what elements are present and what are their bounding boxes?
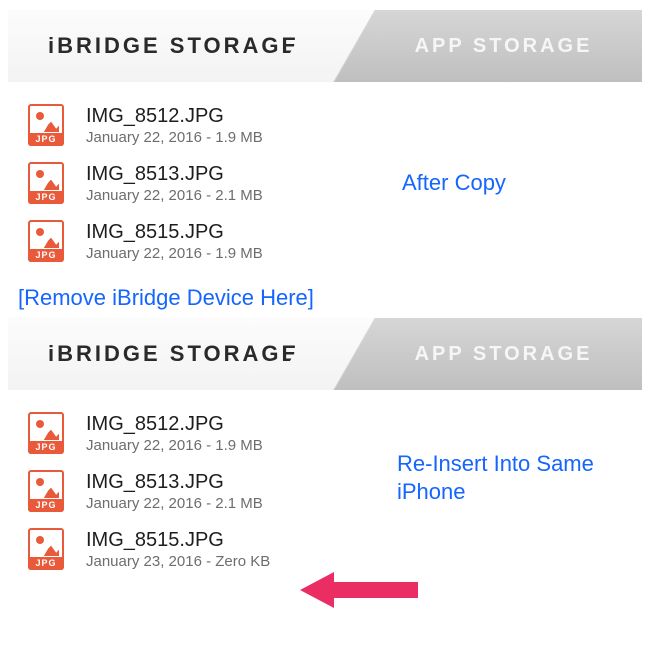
file-text: IMG_8512.JPG January 22, 2016 - 1.9 MB — [86, 413, 263, 454]
arrow-icon — [300, 568, 420, 612]
file-name: IMG_8513.JPG — [86, 471, 263, 494]
jpg-file-icon: JPG — [28, 104, 64, 146]
file-meta: January 22, 2016 - 1.9 MB — [86, 129, 263, 146]
file-text: IMG_8515.JPG January 23, 2016 - Zero KB — [86, 529, 270, 570]
annotation-after-copy: After Copy — [402, 170, 506, 196]
file-name: IMG_8515.JPG — [86, 221, 263, 244]
file-text: IMG_8513.JPG January 22, 2016 - 2.1 MB — [86, 163, 263, 204]
top-panel: iBRIDGE STORAGE APP STORAGE JPG IMG_8512… — [8, 10, 642, 270]
file-row[interactable]: JPG IMG_8512.JPG January 22, 2016 - 1.9 … — [8, 96, 642, 154]
tab-ibridge-storage[interactable]: iBRIDGE STORAGE — [8, 10, 325, 82]
file-name: IMG_8515.JPG — [86, 529, 270, 552]
tab-label: iBRIDGE STORAGE — [48, 33, 299, 59]
jpg-file-icon: JPG — [28, 220, 64, 262]
file-badge: JPG — [28, 499, 64, 512]
tab-label: APP STORAGE — [415, 35, 593, 58]
file-badge: JPG — [28, 557, 64, 570]
jpg-file-icon: JPG — [28, 528, 64, 570]
storage-tabbar: iBRIDGE STORAGE APP STORAGE — [8, 318, 642, 390]
file-text: IMG_8513.JPG January 22, 2016 - 2.1 MB — [86, 471, 263, 512]
annotation-remove-device: [Remove iBridge Device Here] — [18, 285, 314, 311]
jpg-file-icon: JPG — [28, 470, 64, 512]
file-name: IMG_8513.JPG — [86, 163, 263, 186]
tab-ibridge-storage[interactable]: iBRIDGE STORAGE — [8, 318, 325, 390]
tab-label: iBRIDGE STORAGE — [48, 341, 299, 367]
file-badge: JPG — [28, 191, 64, 204]
file-badge: JPG — [28, 441, 64, 454]
tab-app-storage[interactable]: APP STORAGE — [325, 318, 642, 390]
storage-tabbar: iBRIDGE STORAGE APP STORAGE — [8, 10, 642, 82]
file-row[interactable]: JPG IMG_8513.JPG January 22, 2016 - 2.1 … — [8, 154, 642, 212]
bottom-panel: iBRIDGE STORAGE APP STORAGE JPG IMG_8512… — [8, 318, 642, 578]
file-badge: JPG — [28, 133, 64, 146]
jpg-file-icon: JPG — [28, 162, 64, 204]
file-name: IMG_8512.JPG — [86, 105, 263, 128]
annotation-reinsert: Re-Insert Into Same iPhone — [397, 450, 637, 505]
file-meta: January 23, 2016 - Zero KB — [86, 553, 270, 570]
file-meta: January 22, 2016 - 1.9 MB — [86, 245, 263, 262]
file-meta: January 22, 2016 - 2.1 MB — [86, 495, 263, 512]
file-row[interactable]: JPG IMG_8515.JPG January 22, 2016 - 1.9 … — [8, 212, 642, 270]
file-name: IMG_8512.JPG — [86, 413, 263, 436]
file-meta: January 22, 2016 - 2.1 MB — [86, 187, 263, 204]
file-text: IMG_8515.JPG January 22, 2016 - 1.9 MB — [86, 221, 263, 262]
file-badge: JPG — [28, 249, 64, 262]
tab-label: APP STORAGE — [415, 343, 593, 366]
jpg-file-icon: JPG — [28, 412, 64, 454]
tab-app-storage[interactable]: APP STORAGE — [325, 10, 642, 82]
file-text: IMG_8512.JPG January 22, 2016 - 1.9 MB — [86, 105, 263, 146]
file-meta: January 22, 2016 - 1.9 MB — [86, 437, 263, 454]
